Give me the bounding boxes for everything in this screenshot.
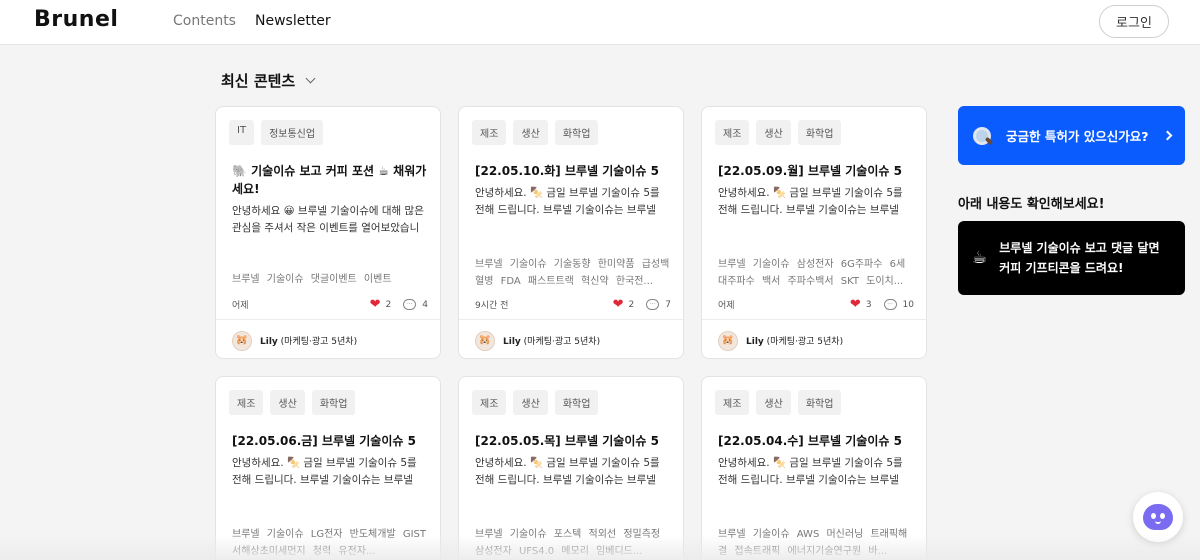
- card-description: 안녕하세요. 🍢 금일 브루넬 기술이슈 5를 전해 드립니다. 브루넬 기술이…: [232, 457, 417, 486]
- tag-chip[interactable]: 제조: [715, 390, 750, 415]
- tag-list: 제조 생산 화학업: [472, 390, 599, 415]
- card-keywords: 브루넬 기술이슈 LG전자 반도체개발 GIST 서해상초미세먼지 청력 유전자…: [232, 529, 426, 557]
- heart-icon[interactable]: ❤: [850, 297, 861, 312]
- card-description: 안녕하세요 😀 브루넬 기술이슈에 대해 많은 관심을 주셔서 작은 이벤트를 …: [232, 205, 424, 234]
- tag-chip[interactable]: 제조: [229, 390, 264, 415]
- avatar: 🐹: [232, 330, 252, 351]
- card-keywords: 브루넬 기술이슈 기술동향 한미약품 급성백혈병 FDA 패스트트랙 혁신약 한…: [475, 259, 670, 287]
- author-role: (마케팅·광고 5년차): [766, 337, 844, 347]
- avatar: 🐹: [718, 330, 738, 351]
- tag-list: IT 정보통신업: [229, 120, 324, 145]
- coffee-icon: ☕: [972, 248, 988, 268]
- comment-icon[interactable]: ···: [883, 299, 897, 310]
- card-description: 안녕하세요. 🍢 금일 브루넬 기술이슈 5를 전해 드립니다. 브루넬 기술이…: [718, 187, 903, 216]
- heart-icon[interactable]: ❤: [370, 297, 381, 312]
- tag-chip[interactable]: 화학업: [797, 390, 842, 415]
- tag-list: 제조 생산 화학업: [715, 120, 842, 145]
- avatar: 🐹: [475, 330, 495, 351]
- patent-question-banner[interactable]: 궁금한 특허가 있으신가요?: [958, 106, 1185, 165]
- tag-list: 제조 생산 화학업: [229, 390, 356, 415]
- card-time: 어제: [718, 301, 735, 311]
- tag-chip[interactable]: 생산: [513, 120, 548, 145]
- like-count: 2: [385, 299, 392, 310]
- card-title[interactable]: [22.05.06.금] 브루넬 기술이슈 5: [232, 432, 428, 450]
- card-keywords: 브루넬 기술이슈 포스텍 적외선 정밀측정 삼성전자 UFS4.0 메모리 임베…: [475, 529, 661, 557]
- author-role: (마케팅·광고 5년차): [523, 337, 601, 347]
- card-title[interactable]: [22.05.10.화] 브루넬 기술이슈 5: [475, 162, 671, 180]
- card-meta: 9시간 전 ❤ 2 ··· 7: [475, 297, 671, 312]
- chevron-down-icon: [305, 73, 316, 84]
- tag-chip[interactable]: 생산: [513, 390, 548, 415]
- content-card[interactable]: 제조 생산 화학업 [22.05.10.화] 브루넬 기술이슈 5 안녕하세요. 🍢 금…: [458, 106, 684, 359]
- side-subtitle: 아래 내용도 확인해보세요!: [958, 197, 1105, 212]
- tag-chip[interactable]: 화학업: [554, 390, 599, 415]
- content-card[interactable]: 제조 생산 화학업 [22.05.04.수] 브루넬 기술이슈 5 안녕하세요. 🍢 금…: [701, 376, 927, 560]
- card-time: 9시간 전: [475, 301, 509, 311]
- promo-line-2: 커피 기프티콘을 드려요!: [999, 261, 1124, 275]
- tag-chip[interactable]: 생산: [756, 120, 791, 145]
- login-button[interactable]: 로그인: [1099, 5, 1169, 38]
- chevron-right-icon: [1162, 130, 1173, 141]
- card-description: 안녕하세요. 🍢 금일 브루넬 기술이슈 5를 전해 드립니다. 브루넬 기술이…: [718, 457, 903, 486]
- tag-chip[interactable]: 정보통신업: [261, 120, 324, 145]
- card-time: 어제: [232, 301, 249, 311]
- nav-newsletter[interactable]: Newsletter: [255, 13, 331, 29]
- author-name: Lily: [503, 337, 521, 347]
- like-count: 3: [865, 299, 872, 310]
- card-meta: 어제 ❤ 2 ··· 4: [232, 297, 428, 312]
- tag-chip[interactable]: 제조: [715, 120, 750, 145]
- section-title-dropdown[interactable]: 최신 콘텐츠: [221, 70, 316, 91]
- content-card[interactable]: IT 정보통신업 🐘 기술이슈 보고 커피 포션 ☕ 채워가세요! 안녕하세요 😀 브…: [215, 106, 441, 359]
- comment-count: 4: [422, 299, 428, 310]
- content-card[interactable]: 제조 생산 화학업 [22.05.09.월] 브루넬 기술이슈 5 안녕하세요. 🍢 금…: [701, 106, 927, 359]
- author-role: (마케팅·광고 5년차): [280, 337, 358, 347]
- chatbot-icon: [1143, 504, 1173, 530]
- chatbot-button[interactable]: [1133, 492, 1183, 542]
- magnifier-icon: [972, 126, 992, 146]
- card-meta: 어제 ❤ 3 ··· 10: [718, 297, 914, 312]
- card-description: 안녕하세요. 🍢 금일 브루넬 기술이슈 5를 전해 드립니다. 브루넬 기술이…: [475, 457, 660, 486]
- section-title: 최신 콘텐츠: [221, 72, 296, 90]
- tag-chip[interactable]: 생산: [270, 390, 305, 415]
- author-name: Lily: [746, 337, 764, 347]
- card-author[interactable]: 🐹 Lily (마케팅·광고 5년차): [702, 319, 926, 358]
- tag-list: 제조 생산 화학업: [472, 120, 599, 145]
- top-header: Brunel Contents Newsletter 로그인: [0, 0, 1200, 45]
- heart-icon[interactable]: ❤: [613, 297, 624, 312]
- tag-chip[interactable]: IT: [229, 120, 255, 145]
- author-name: Lily: [260, 337, 278, 347]
- promo-line-1: 브루넬 기술이슈 보고 댓글 달면: [999, 241, 1160, 255]
- brunel-logo[interactable]: Brunel: [34, 7, 118, 32]
- content-card[interactable]: 제조 생산 화학업 [22.05.05.목] 브루넬 기술이슈 5 안녕하세요. 🍢 금…: [458, 376, 684, 560]
- card-keywords: 브루넬 기술이슈 AWS 머신러닝 트래픽해결 접속트래픽 에너지기술연구원 바…: [718, 529, 908, 557]
- card-author[interactable]: 🐹 Lily (마케팅·광고 5년차): [216, 319, 440, 358]
- tag-chip[interactable]: 생산: [756, 390, 791, 415]
- comment-count: 10: [902, 299, 914, 310]
- tag-list: 제조 생산 화학업: [715, 390, 842, 415]
- tag-chip[interactable]: 화학업: [797, 120, 842, 145]
- card-keywords: 브루넬 기술이슈 삼성전자 6G주파수 6세대주파수 백서 주파수백서 SKT …: [718, 259, 906, 287]
- comment-icon[interactable]: ···: [646, 299, 660, 310]
- coffee-promo-banner[interactable]: ☕ 브루넬 기술이슈 보고 댓글 달면 커피 기프티콘을 드려요!: [958, 221, 1185, 295]
- tag-chip[interactable]: 제조: [472, 390, 507, 415]
- patent-question-label: 궁금한 특허가 있으신가요?: [1006, 129, 1149, 144]
- tag-chip[interactable]: 화학업: [554, 120, 599, 145]
- nav-contents[interactable]: Contents: [173, 13, 236, 29]
- comment-icon[interactable]: ···: [403, 299, 417, 310]
- content-card[interactable]: 제조 생산 화학업 [22.05.06.금] 브루넬 기술이슈 5 안녕하세요. 🍢 금…: [215, 376, 441, 560]
- comment-count: 7: [665, 299, 671, 310]
- tag-chip[interactable]: 제조: [472, 120, 507, 145]
- like-count: 2: [628, 299, 635, 310]
- card-title[interactable]: [22.05.04.수] 브루넬 기술이슈 5: [718, 432, 914, 450]
- tag-chip[interactable]: 화학업: [311, 390, 356, 415]
- card-title[interactable]: 🐘 기술이슈 보고 커피 포션 ☕ 채워가세요!: [232, 162, 428, 198]
- card-description: 안녕하세요. 🍢 금일 브루넬 기술이슈 5를 전해 드립니다. 브루넬 기술이…: [475, 187, 660, 216]
- card-title[interactable]: [22.05.05.목] 브루넬 기술이슈 5: [475, 432, 671, 450]
- card-title[interactable]: [22.05.09.월] 브루넬 기술이슈 5: [718, 162, 914, 180]
- card-author[interactable]: 🐹 Lily (마케팅·광고 5년차): [459, 319, 683, 358]
